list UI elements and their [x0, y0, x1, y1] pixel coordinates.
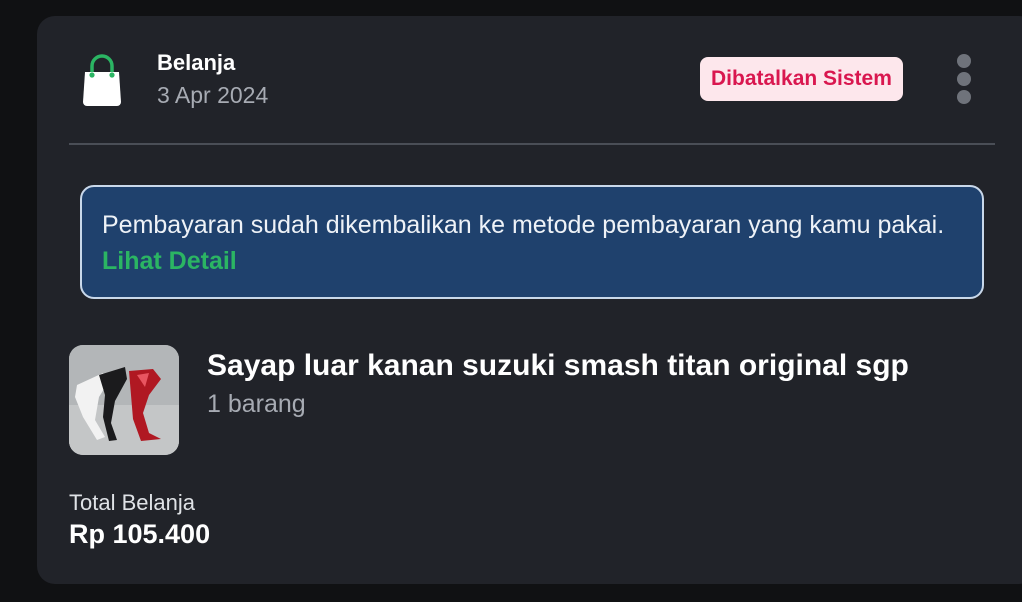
status-badge: Dibatalkan Sistem	[700, 57, 903, 101]
divider	[69, 143, 995, 145]
order-date: 3 Apr 2024	[157, 82, 269, 108]
refund-notice: Pembayaran sudah dikembalikan ke metode …	[80, 185, 984, 299]
more-vertical-icon-dot	[957, 54, 971, 68]
more-options-button[interactable]	[952, 52, 976, 108]
order-card[interactable]: Belanja 3 Apr 2024 Dibatalkan Sistem Pem…	[37, 16, 1022, 584]
product-name[interactable]: Sayap luar kanan suzuki smash titan orig…	[207, 349, 909, 383]
more-vertical-icon-dot	[957, 90, 971, 104]
total-value: Rp 105.400	[69, 519, 211, 549]
total-label: Total Belanja	[69, 490, 195, 515]
order-header: Belanja 3 Apr 2024 Dibatalkan Sistem	[37, 16, 1022, 146]
see-detail-link[interactable]: Lihat Detail	[102, 247, 237, 275]
product-image[interactable]	[69, 345, 179, 455]
more-vertical-icon-dot	[957, 72, 971, 86]
order-category: Belanja	[157, 50, 236, 75]
shopping-bag-icon	[81, 52, 123, 108]
refund-notice-text: Pembayaran sudah dikembalikan ke metode …	[102, 211, 945, 239]
product-quantity: 1 barang	[207, 390, 306, 418]
